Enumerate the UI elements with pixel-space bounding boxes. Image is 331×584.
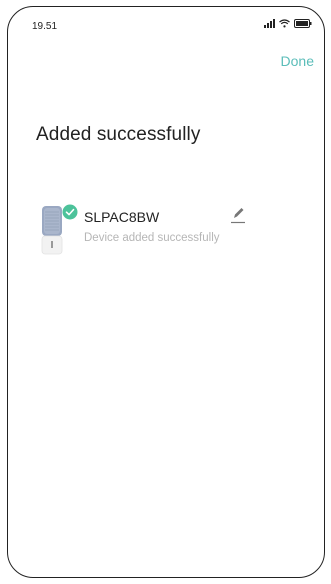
device-name: SLPAC8BW bbox=[84, 209, 160, 225]
page-title: Added successfully bbox=[36, 124, 201, 145]
status-time: 19.51 bbox=[32, 21, 58, 32]
check-circle-icon bbox=[62, 204, 78, 220]
pencil-icon[interactable] bbox=[230, 204, 246, 224]
device-list-item[interactable]: SLPAC8BW Device added successfully bbox=[30, 202, 290, 262]
phone-frame: 19.51 Done Added successfully SLPAC8BW D… bbox=[7, 6, 325, 578]
status-bar: 19.51 bbox=[8, 7, 324, 37]
battery-icon bbox=[294, 19, 312, 28]
device-status: Device added successfully bbox=[84, 232, 220, 244]
done-button[interactable]: Done bbox=[281, 53, 314, 69]
wifi-icon bbox=[279, 19, 290, 28]
status-icons bbox=[264, 19, 312, 28]
signal-icon bbox=[264, 19, 275, 28]
